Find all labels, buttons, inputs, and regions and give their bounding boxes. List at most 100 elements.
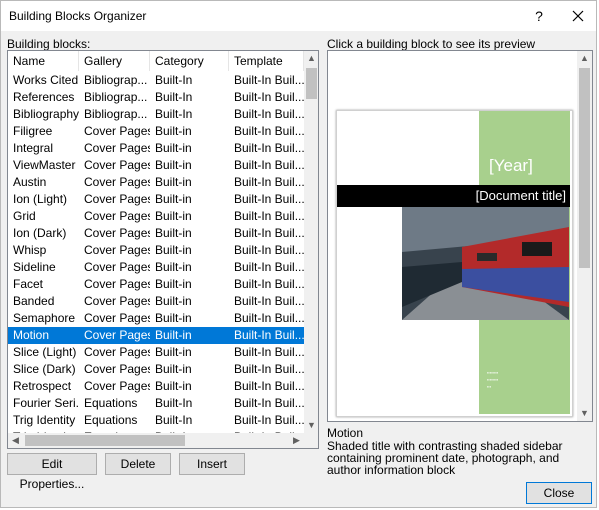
preview-scroll-down-icon[interactable]: ▼ (577, 406, 592, 421)
table-row[interactable]: Ion (Light) Cover Pages Built-in Built-In B… (8, 191, 304, 208)
train-photo-image (402, 207, 569, 320)
row-template: Built-In Buil... (234, 90, 304, 104)
table-row[interactable]: Banded Cover Pages Built-in Built-In Buil..… (8, 293, 304, 310)
table-row[interactable]: Integral Cover Pages Built-in Built-In Buil… (8, 140, 304, 157)
row-gallery: Cover Pages (84, 175, 150, 189)
table-row[interactable]: ViewMaster Cover Pages Built-in Built-In Bu… (8, 157, 304, 174)
building-blocks-label: Building blocks: (7, 37, 91, 51)
preview-vertical-scrollbar[interactable]: ▲ ▼ (577, 51, 592, 421)
table-row[interactable]: Austin Cover Pages Built-in Built-In Buil..… (8, 174, 304, 191)
column-header-category[interactable]: Category (150, 51, 229, 71)
table-row[interactable]: Ion (Dark) Cover Pages Built-in Built-In Bu… (8, 225, 304, 242)
scroll-left-icon[interactable]: ◀ (8, 433, 23, 448)
table-row[interactable]: Filigree Cover Pages Built-in Built-In Buil… (8, 123, 304, 140)
delete-button[interactable]: Delete (105, 453, 171, 475)
table-row[interactable]: Retrospect Cover Pages Built-in Built-In Bu… (8, 378, 304, 395)
row-name: Works Cited (13, 73, 79, 87)
row-category: Built-in (155, 294, 192, 308)
table-row[interactable]: Whisp Cover Pages Built-in Built-In Buil... (8, 242, 304, 259)
table-row[interactable]: Slice (Light) Cover Pages Built-in Built-In… (8, 344, 304, 361)
table-row[interactable]: Bibliography Bibliograp... Built-In Built-I… (8, 106, 304, 123)
row-name: Trig Identity 2 (13, 413, 79, 427)
preview-author-block: ▪▪▪▪▪▪▪▪ ▪▪▪▪▪▪▪▪ ▪▪▪ (487, 370, 499, 389)
close-button[interactable]: Close (526, 482, 592, 504)
row-name: Slice (Dark) (13, 362, 76, 376)
scroll-down-icon[interactable]: ▼ (304, 418, 318, 433)
row-gallery: Bibliograp... (84, 73, 148, 87)
table-row[interactable]: Works Cited Bibliograp... Built-In Built-In… (8, 72, 304, 89)
row-template: Built-In Buil... (234, 243, 304, 257)
table-row[interactable]: Fourier Seri... Equations Built-In Built-In… (8, 395, 304, 412)
row-name: Austin (13, 175, 47, 189)
row-name: Integral (13, 141, 54, 155)
row-name: Ion (Light) (13, 192, 68, 206)
list-horizontal-scrollbar[interactable]: ◀ ▶ (8, 433, 304, 448)
column-header-name[interactable]: Name (8, 51, 79, 71)
title-bar: Building Blocks Organizer ? (1, 1, 596, 31)
insert-button[interactable]: Insert (179, 453, 245, 475)
preview-block-description: Shaded title with contrasting shaded sid… (327, 439, 563, 477)
column-header-gallery[interactable]: Gallery (79, 51, 150, 71)
scroll-thumb[interactable] (306, 68, 317, 99)
row-name: Sideline (13, 260, 56, 274)
row-category: Built-in (155, 158, 192, 172)
row-gallery: Bibliograp... (84, 107, 148, 121)
preview-hint-label: Click a building block to see its previe… (327, 37, 536, 51)
preview-scroll-thumb[interactable] (579, 68, 590, 268)
cover-page-preview: [Year] [Document title] ▪▪▪▪▪▪▪▪ ▪▪▪▪▪▪▪▪… (336, 110, 573, 417)
row-name: Motion (13, 328, 50, 342)
close-icon (572, 10, 584, 22)
building-blocks-list[interactable]: Name Gallery Category Template Works Cit… (7, 50, 319, 449)
row-gallery: Cover Pages (84, 345, 150, 359)
row-category: Built-in (155, 311, 192, 325)
row-category: Built-in (155, 260, 192, 274)
table-row[interactable]: References Bibliograp... Built-In Built-In … (8, 89, 304, 106)
close-window-button[interactable] (565, 5, 589, 27)
row-category: Built-in (155, 243, 192, 257)
row-name: Banded (13, 294, 55, 308)
row-gallery: Equations (84, 413, 138, 427)
row-category: Built-in (155, 192, 192, 206)
preview-block-name: Motion (327, 426, 364, 440)
table-row[interactable]: Trig Identity 2 Equations Built-In Built-In… (8, 412, 304, 429)
row-gallery: Cover Pages (84, 328, 150, 342)
row-gallery: Bibliograp... (84, 90, 148, 104)
row-category: Built-In (155, 107, 193, 121)
preview-year: [Year] (489, 156, 533, 175)
row-template: Built-In Buil... (234, 209, 304, 223)
row-template: Built-In Buil... (234, 396, 304, 410)
table-row[interactable]: Semaphore Cover Pages Built-in Built-In Bui… (8, 310, 304, 327)
building-blocks-organizer-dialog: Building Blocks Organizer ? Building blo… (0, 0, 597, 508)
column-header-template[interactable]: Template (229, 51, 304, 71)
list-header: Name Gallery Category Template (8, 51, 304, 71)
preview-pane[interactable]: [Year] [Document title] ▪▪▪▪▪▪▪▪ ▪▪▪▪▪▪▪▪… (327, 50, 593, 422)
row-template: Built-In Buil... (234, 107, 304, 121)
list-vertical-scrollbar[interactable]: ▲ ▼ (304, 51, 318, 433)
scroll-right-icon[interactable]: ▶ (289, 433, 304, 448)
row-category: Built-In (155, 413, 193, 427)
row-name: Semaphore (13, 311, 76, 325)
row-gallery: Cover Pages (84, 260, 150, 274)
table-row[interactable]: Sideline Cover Pages Built-in Built-In Buil… (8, 259, 304, 276)
row-gallery: Cover Pages (84, 124, 150, 138)
table-row[interactable]: Slice (Dark) Cover Pages Built-in Built-In … (8, 361, 304, 378)
row-gallery: Cover Pages (84, 226, 150, 240)
row-name: Grid (13, 209, 36, 223)
help-button[interactable]: ? (529, 6, 549, 26)
row-category: Built-in (155, 277, 192, 291)
table-row[interactable]: Motion Cover Pages Built-in Built-In Buil..… (8, 327, 304, 344)
row-gallery: Cover Pages (84, 141, 150, 155)
table-row[interactable]: Facet Cover Pages Built-in Built-In Buil... (8, 276, 304, 293)
scroll-up-icon[interactable]: ▲ (304, 51, 318, 66)
scroll-thumb-horizontal[interactable] (25, 435, 185, 446)
row-template: Built-In Buil... (234, 175, 304, 189)
row-template: Built-In Buil... (234, 294, 304, 308)
edit-properties-button[interactable]: Edit Properties... (7, 453, 97, 491)
table-row[interactable]: Grid Cover Pages Built-in Built-In Buil... (8, 208, 304, 225)
preview-scroll-up-icon[interactable]: ▲ (577, 51, 592, 66)
row-name: References (13, 90, 75, 104)
preview-train-photo (402, 207, 569, 320)
row-category: Built-in (155, 328, 192, 342)
row-gallery: Cover Pages (84, 209, 150, 223)
row-template: Built-In Buil... (234, 192, 304, 206)
